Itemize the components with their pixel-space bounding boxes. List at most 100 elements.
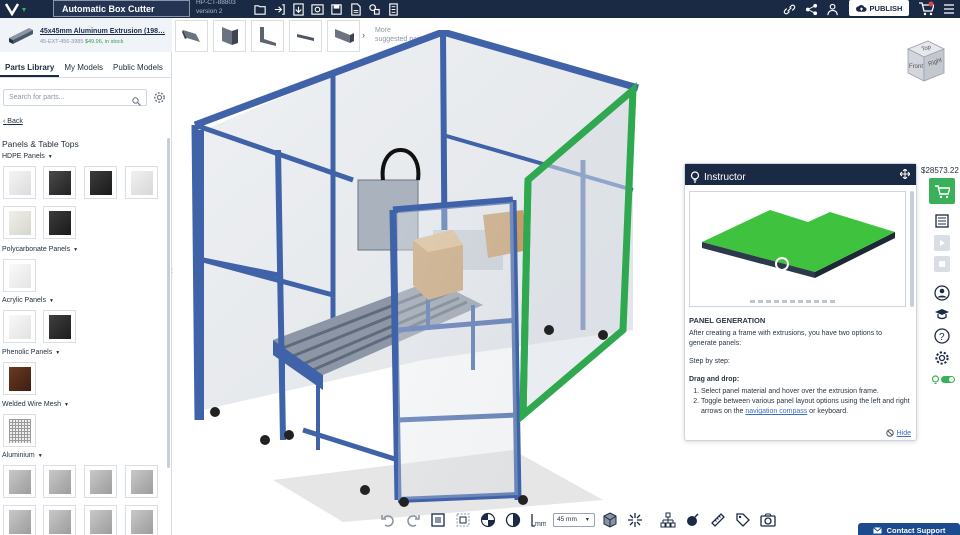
graduation-cap-icon[interactable]	[932, 305, 952, 323]
redo-icon[interactable]	[403, 510, 423, 530]
hide-instructor-button[interactable]: Hide	[885, 429, 911, 437]
play-icon[interactable]	[934, 235, 950, 251]
export-icon[interactable]	[290, 1, 306, 17]
selected-part-card[interactable]: 45x45mm Aluminum Extrusion (198… 45-EXT-…	[0, 18, 172, 52]
panel-scrollbar[interactable]	[167, 138, 170, 468]
part-tile[interactable]	[3, 206, 36, 239]
caret-down-icon: ▼	[48, 298, 54, 304]
user-add-icon[interactable]	[824, 1, 842, 17]
caret-down-icon: ▼	[73, 247, 79, 253]
contact-support-button[interactable]: Contact Support	[858, 523, 960, 535]
instructor-preview-image	[689, 191, 906, 307]
publish-button[interactable]: PUBLISH	[849, 0, 909, 16]
share-icon[interactable]	[802, 1, 820, 17]
tips-toggle[interactable]	[932, 371, 956, 389]
category-welded-wire-mesh[interactable]: Welded Wire Mesh ▼	[2, 401, 69, 408]
parts-icon[interactable]	[366, 1, 382, 17]
tab-my-models[interactable]: My Models	[59, 59, 108, 77]
import-icon[interactable]	[271, 1, 287, 17]
search-icon[interactable]	[132, 93, 141, 111]
selected-part-sku: 45-EXT-456-3985	[40, 39, 84, 45]
checklist-icon[interactable]	[932, 212, 952, 230]
gear-icon[interactable]	[153, 91, 166, 109]
svg-text:?: ?	[939, 332, 945, 343]
bomb-icon[interactable]	[683, 510, 703, 530]
instructor-content: PANEL GENERATION After creating a frame …	[689, 316, 911, 426]
selected-part-thumbnail	[7, 26, 35, 44]
project-meta: HP-CT-88803 version 2	[196, 0, 236, 16]
cloud-upload-icon	[855, 4, 867, 12]
part-tile[interactable]	[3, 414, 36, 447]
part-tile[interactable]	[3, 310, 36, 343]
stop-icon[interactable]	[934, 256, 950, 272]
category-polycarbonate-panels[interactable]: Polycarbonate Panels ▼	[2, 246, 78, 253]
file-toolbar	[252, 1, 401, 17]
download-icon[interactable]	[347, 1, 363, 17]
part-tile[interactable]	[43, 505, 76, 535]
account-icon[interactable]	[932, 284, 952, 302]
machine-model[interactable]	[183, 30, 653, 522]
category-hdpe-panels[interactable]: HDPE Panels ▼	[2, 153, 53, 160]
open-folder-icon[interactable]	[252, 1, 268, 17]
undo-icon[interactable]	[378, 510, 398, 530]
category-acrylic-panels[interactable]: Acrylic Panels ▼	[2, 297, 54, 304]
link-icon[interactable]	[780, 1, 798, 17]
render-icon[interactable]	[309, 1, 325, 17]
project-title[interactable]: Automatic Box Cutter	[53, 0, 190, 17]
part-tile[interactable]	[3, 259, 36, 292]
part-tile[interactable]	[84, 465, 117, 498]
help-icon[interactable]: ?	[932, 327, 952, 345]
cube-view-icon[interactable]	[600, 510, 620, 530]
add-to-cart-button[interactable]	[929, 178, 955, 204]
checker-material-icon[interactable]	[478, 510, 498, 530]
category-aluminium[interactable]: Aluminium ▼	[2, 452, 43, 459]
parts-panel: 45x45mm Aluminum Extrusion (198… 45-EXT-…	[0, 18, 172, 535]
instructor-step: Select panel material and hover over the…	[701, 387, 911, 397]
category-label: Acrylic Panels	[2, 297, 46, 304]
tab-public-models[interactable]: Public Models	[108, 59, 168, 77]
shading-icon[interactable]	[503, 510, 523, 530]
tab-parts-library[interactable]: Parts Library	[0, 59, 60, 77]
instructor-scrollbar[interactable]	[910, 191, 914, 307]
move-icon[interactable]	[899, 168, 911, 182]
frame-select-icon[interactable]	[428, 510, 448, 530]
size-select[interactable]: 45 mm ▾	[553, 513, 595, 527]
settings-gear-icon[interactable]	[932, 349, 952, 367]
measure-unit-icon[interactable]: mm	[528, 510, 548, 530]
part-tile[interactable]	[43, 206, 76, 239]
search-input[interactable]: Search for parts...	[3, 89, 147, 106]
bom-icon[interactable]	[385, 1, 401, 17]
navigation-compass-link[interactable]: navigation compass	[745, 408, 807, 415]
instructor-header[interactable]: Instructor	[685, 164, 916, 185]
part-tile[interactable]	[43, 465, 76, 498]
view-cube[interactable]: Top Front Right	[900, 37, 948, 85]
save-icon[interactable]	[328, 1, 344, 17]
size-select-value: 45 mm	[557, 516, 577, 523]
group-select-icon[interactable]	[453, 510, 473, 530]
selected-part-name[interactable]: 45x45mm Aluminum Extrusion (198…	[40, 28, 165, 35]
project-version: version 2	[196, 8, 223, 15]
back-link[interactable]: ‹ Back	[3, 118, 23, 125]
explode-icon[interactable]	[625, 510, 645, 530]
brand-logo[interactable]	[4, 2, 34, 17]
hierarchy-icon[interactable]	[658, 510, 678, 530]
instructor-panel: Instructor PANEL GENERATION After creati…	[684, 163, 917, 441]
part-tile[interactable]	[43, 166, 76, 199]
part-tile[interactable]	[3, 362, 36, 395]
part-tile[interactable]	[43, 310, 76, 343]
part-tile[interactable]	[3, 505, 36, 535]
part-tile[interactable]	[84, 166, 117, 199]
part-tile[interactable]	[3, 465, 36, 498]
part-tile[interactable]	[84, 505, 117, 535]
part-tile[interactable]	[3, 166, 36, 199]
category-phenolic-panels[interactable]: Phenolic Panels ▼	[2, 349, 60, 356]
part-tile[interactable]	[125, 166, 158, 199]
part-tile[interactable]	[125, 505, 158, 535]
ruler-icon[interactable]	[708, 510, 728, 530]
part-tile[interactable]	[125, 465, 158, 498]
instructor-step: Toggle between various panel layout opti…	[701, 397, 911, 417]
instructor-steps: Select panel material and hover over the…	[689, 387, 911, 417]
tag-icon[interactable]	[733, 510, 753, 530]
screenshot-icon[interactable]	[758, 510, 778, 530]
hide-label: Hide	[896, 429, 911, 437]
